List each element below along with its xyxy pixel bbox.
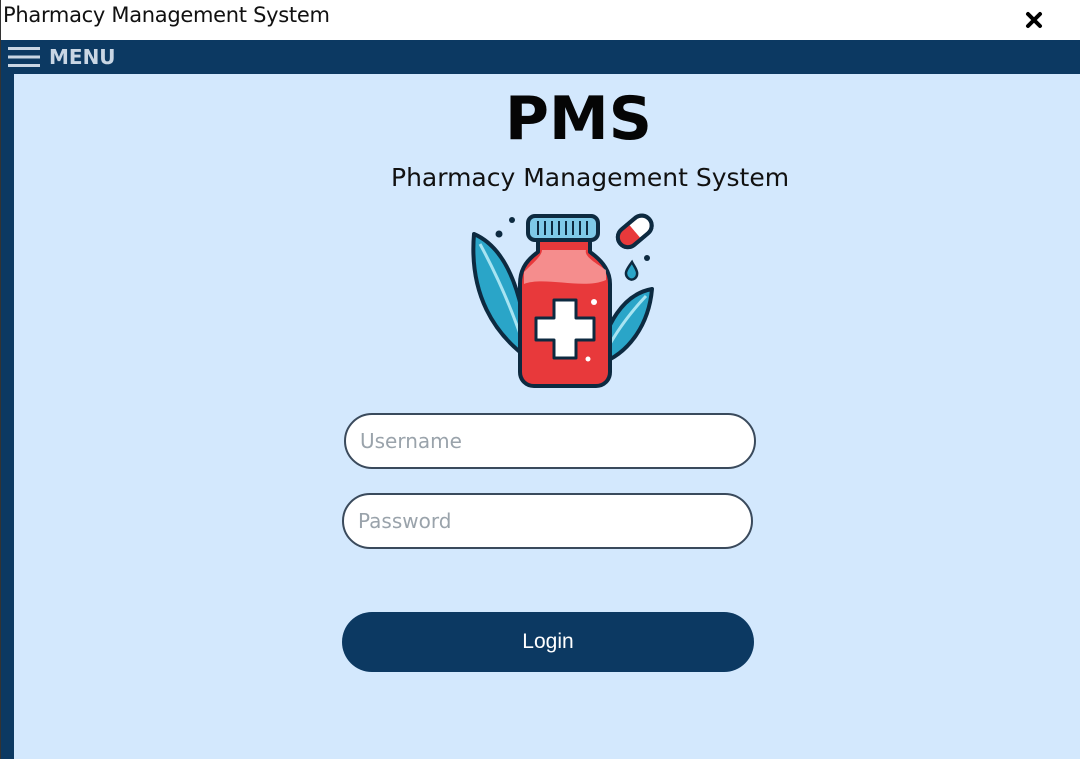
left-rail	[1, 74, 14, 759]
login-panel: PMS Pharmacy Management System Username …	[14, 74, 1080, 759]
close-icon	[1026, 12, 1042, 28]
menu-label: MENU	[49, 45, 116, 69]
menu-bar: MENU	[1, 40, 1080, 74]
hamburger-icon	[8, 47, 40, 67]
app-abbrev-heading: PMS	[505, 84, 652, 154]
app-window: Pharmacy Management System MENU PMS Phar…	[0, 0, 1080, 759]
title-bar: Pharmacy Management System	[1, 0, 1080, 40]
close-button[interactable]	[1023, 8, 1045, 32]
menu-button[interactable]: MENU	[7, 40, 116, 74]
login-button[interactable]: Login	[342, 612, 754, 672]
username-input[interactable]	[344, 413, 756, 469]
window-title: Pharmacy Management System	[3, 3, 330, 27]
app-name-subtitle: Pharmacy Management System	[391, 163, 790, 192]
password-input[interactable]	[342, 493, 753, 549]
medicine-bottle-logo	[471, 213, 654, 388]
